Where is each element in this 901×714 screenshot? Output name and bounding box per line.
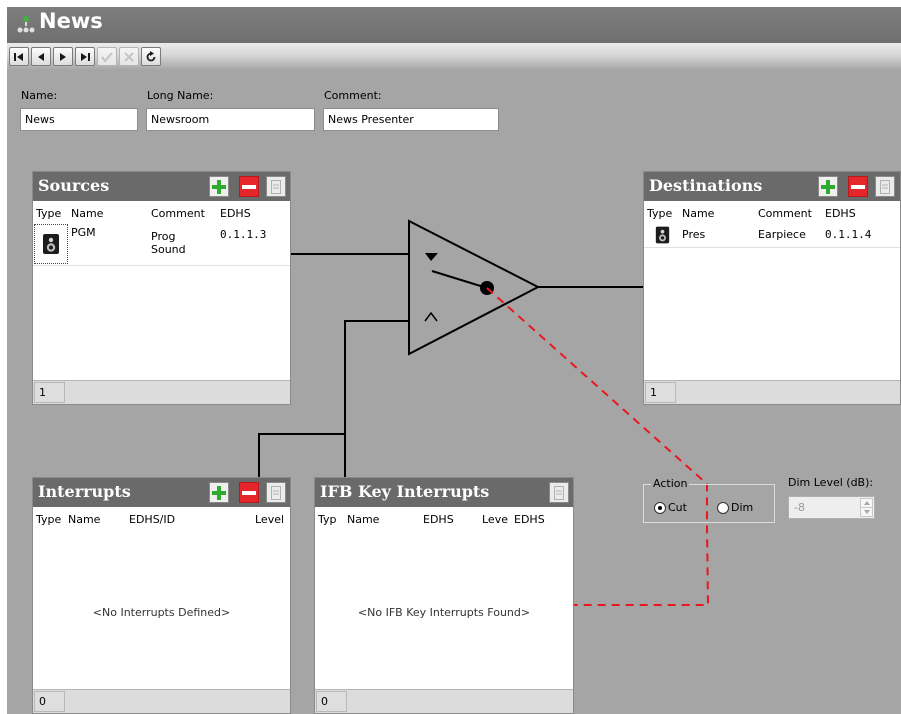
sources-header: Sources <box>33 172 290 201</box>
sources-col-edhs: EDHS <box>220 207 251 220</box>
source-comment-line1: Prog <box>151 230 176 243</box>
table-row[interactable]: Pres Earpiece 0.1.1.4 <box>644 224 900 248</box>
spin-down-button[interactable] <box>860 507 873 517</box>
radio-selected-icon <box>654 501 666 514</box>
list-icon <box>554 485 564 500</box>
ifb-key-interrupts-title: IFB Key Interrupts <box>320 482 490 501</box>
remove-source-button[interactable] <box>239 176 259 197</box>
plus-icon <box>212 485 226 500</box>
table-row[interactable]: PGM Prog Sound 0.1.1.3 <box>33 224 290 266</box>
destinations-footer: 1 <box>644 380 900 404</box>
source-edhs: 0.1.1.3 <box>220 228 267 241</box>
interrupts-col-level: Level <box>255 513 285 526</box>
interrupts-col-type: Type <box>36 513 62 526</box>
dim-level-label: Dim Level (dB): <box>788 476 874 489</box>
destinations-col-type: Type <box>647 207 673 220</box>
destination-comment: Earpiece <box>758 228 806 241</box>
interrupts-col-name: Name <box>68 513 101 526</box>
chevron-up-icon <box>863 501 870 505</box>
speaker-icon <box>655 226 670 244</box>
ifb-col-name: Name <box>347 513 380 526</box>
ifb-col-type: Typ <box>318 513 337 526</box>
minus-icon <box>242 184 256 189</box>
remove-interrupt-button[interactable] <box>239 482 259 503</box>
add-destination-button[interactable] <box>818 176 838 197</box>
speaker-icon <box>43 234 59 254</box>
ifb-key-interrupts-count: 0 <box>316 691 347 712</box>
ifb-key-properties-button[interactable] <box>549 482 569 503</box>
minus-icon <box>851 184 865 189</box>
ifb-editor-window: News Name: News Long Name: Newsroom Comm… <box>7 7 901 714</box>
sources-col-name: Name <box>71 207 104 220</box>
dim-level-spinner[interactable]: -8 <box>788 496 875 519</box>
sources-footer: 1 <box>33 380 290 404</box>
ifb-col-edhs: EDHS <box>423 513 454 526</box>
remove-destination-button[interactable] <box>848 176 868 197</box>
ifb-key-interrupts-empty-message: <No IFB Key Interrupts Found> <box>357 606 531 619</box>
destinations-col-comment: Comment <box>758 207 812 220</box>
destination-name: Pres <box>682 228 706 241</box>
ifb-col-edhs-2: EDHS <box>514 513 545 526</box>
source-properties-button[interactable] <box>266 176 286 197</box>
radio-unselected-icon <box>717 501 729 514</box>
sources-panel: Sources Type Name Comment EDHS PGM Prog … <box>32 171 291 405</box>
sources-title: Sources <box>38 176 110 195</box>
destination-properties-button[interactable] <box>875 176 895 197</box>
interrupts-header: Interrupts <box>33 478 290 507</box>
action-cut-radio[interactable]: Cut <box>654 501 687 514</box>
action-cut-label: Cut <box>668 501 687 514</box>
ifb-key-interrupts-footer: 0 <box>315 689 573 713</box>
source-type-cell <box>34 224 68 264</box>
interrupts-footer: 0 <box>33 689 290 713</box>
interrupts-panel: Interrupts Type Name EDHS/ID Level <No I… <box>32 477 291 714</box>
action-dim-radio[interactable]: Dim <box>717 501 753 514</box>
action-label: Action <box>651 477 690 490</box>
destination-edhs: 0.1.1.4 <box>825 228 872 241</box>
plus-icon <box>821 179 835 194</box>
interrupts-title: Interrupts <box>38 482 131 501</box>
sources-col-comment: Comment <box>151 207 205 220</box>
interrupts-count: 0 <box>34 691 65 712</box>
ifb-key-interrupts-panel: IFB Key Interrupts Typ Name EDHS Leve ED… <box>314 477 574 714</box>
source-name: PGM <box>71 226 96 239</box>
list-icon <box>880 179 890 194</box>
ifb-amplifier-symbol <box>408 219 541 356</box>
interrupts-col-edhs-id: EDHS/ID <box>129 513 176 526</box>
sources-col-type: Type <box>36 207 62 220</box>
add-source-button[interactable] <box>209 176 229 197</box>
minus-icon <box>242 490 256 495</box>
interrupt-properties-button[interactable] <box>266 482 286 503</box>
destinations-col-name: Name <box>682 207 715 220</box>
dim-level-value: -8 <box>794 501 805 514</box>
destinations-col-edhs: EDHS <box>825 207 856 220</box>
list-icon <box>271 485 281 500</box>
list-icon <box>271 179 281 194</box>
ifb-col-level: Leve <box>482 513 508 526</box>
add-interrupt-button[interactable] <box>209 482 229 503</box>
plus-icon <box>212 179 226 194</box>
destinations-header: Destinations <box>644 172 900 201</box>
sources-count: 1 <box>34 382 65 403</box>
action-dim-label: Dim <box>731 501 754 514</box>
destinations-panel: Destinations Type Name Comment EDHS Pres… <box>643 171 901 405</box>
ifb-key-interrupts-header: IFB Key Interrupts <box>315 478 573 507</box>
chevron-down-icon <box>863 510 870 514</box>
source-comment-line2: Sound <box>151 243 186 256</box>
destinations-count: 1 <box>645 382 676 403</box>
destinations-title: Destinations <box>649 176 763 195</box>
interrupts-empty-message: <No Interrupts Defined> <box>92 606 231 619</box>
action-group: Action Cut Dim <box>643 477 775 523</box>
